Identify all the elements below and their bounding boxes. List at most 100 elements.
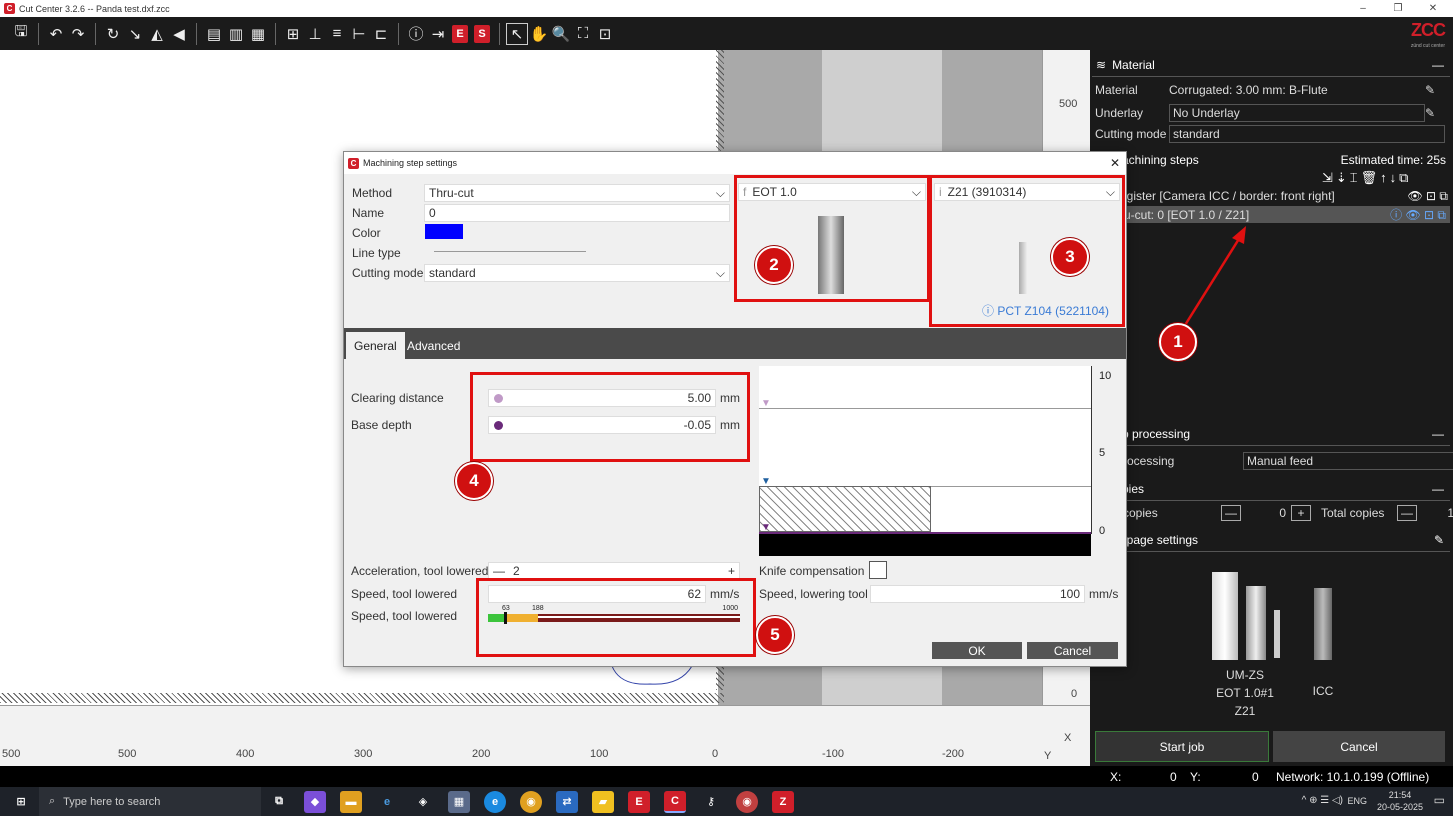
camera-label: ICC <box>1312 684 1334 698</box>
chrome-icon[interactable]: ◉ <box>520 790 542 813</box>
speed-slider[interactable]: 63 188 1000 <box>488 605 740 625</box>
select-pointer-icon[interactable]: ↖ <box>506 22 528 45</box>
edge-icon[interactable]: e <box>484 790 506 813</box>
tool-select[interactable]: f EOT 1.0 ⌵ <box>738 183 926 201</box>
underlay-select[interactable]: No Underlay <box>1169 104 1425 122</box>
save-icon[interactable]: 🖫 <box>10 23 32 45</box>
task-view-icon[interactable]: ⧉ <box>268 791 290 813</box>
collapse-icon: — <box>1432 57 1444 72</box>
mirror-icon[interactable]: ◭ <box>146 23 168 45</box>
export-icon[interactable]: ⇥ <box>427 23 449 45</box>
speed-slider-thumb[interactable] <box>504 612 507 624</box>
calculator-icon[interactable]: ▦ <box>448 790 470 813</box>
file-explorer-icon[interactable]: ▬ <box>340 790 362 813</box>
tool-illustration <box>818 216 844 294</box>
s-module-icon[interactable]: S <box>474 24 490 43</box>
clock[interactable]: 21:54 20-05-2025 <box>1377 789 1423 813</box>
ok-button[interactable]: OK <box>932 642 1022 659</box>
color-swatch[interactable] <box>425 224 463 239</box>
tab-advanced[interactable]: Advanced <box>399 332 468 359</box>
method-select[interactable]: Thru-cut ⌵ <box>424 184 730 202</box>
tray-icons[interactable]: ^ ⊕ ☰ ◁) <box>1302 795 1343 806</box>
layer-edit-icon[interactable]: ▥ <box>225 23 247 45</box>
name-input[interactable]: 0 <box>424 204 730 222</box>
teamviewer-icon[interactable]: ⇄ <box>556 790 578 813</box>
panda-shape[interactable] <box>610 664 694 688</box>
blade-alt-link[interactable]: ⓘ PCT Z104 (5221104) <box>982 302 1109 319</box>
nest-icon[interactable]: ⊞ <box>282 23 304 45</box>
zoom-page-icon[interactable]: ⊡ <box>594 23 616 45</box>
edit-icon[interactable]: ✎ <box>1425 83 1435 97</box>
step-register[interactable]: egister [Camera ICC / border: front righ… <box>1120 189 1448 204</box>
camera-image <box>1314 588 1332 660</box>
linetype-preview[interactable] <box>434 251 586 252</box>
knife-compensation-checkbox[interactable] <box>869 561 887 579</box>
copies-input[interactable]: 0 <box>1241 506 1291 520</box>
step-icon[interactable]: ⊢ <box>348 23 370 45</box>
cutting-mode-select[interactable]: standard ⌵ <box>424 264 730 282</box>
layer-delete-icon[interactable]: ▦ <box>247 23 269 45</box>
restore-button[interactable]: ❐ <box>1383 0 1413 17</box>
material-row: Material Corrugated: 3.00 mm: B-Flute ✎ <box>1095 83 1436 97</box>
processing-row: rocessing Manual feed <box>1095 452 1453 470</box>
app-icon[interactable]: ◈ <box>412 791 434 813</box>
zoom-icon[interactable]: 🔍 <box>550 23 572 45</box>
annotation-badge-1: 1 <box>1159 323 1197 361</box>
dialog-close-icon[interactable]: ✕ <box>1110 156 1120 170</box>
info-icon[interactable]: ⓘ <box>405 23 427 45</box>
step-thru-cut[interactable]: ru-cut: 0 [EOT 1.0 / Z21] ⓘ 👁 ⊡ ⧉ <box>1092 206 1450 223</box>
start-job-button[interactable]: Start job <box>1095 731 1269 762</box>
speed-label: Speed, tool lowered <box>351 587 458 601</box>
undo-icon[interactable]: ↶ <box>45 23 67 45</box>
total-minus-button[interactable]: — <box>1397 505 1417 521</box>
blade-select[interactable]: i Z21 (3910314) ⌵ <box>934 183 1120 201</box>
ruler-horizontal: X 500 500 400 300 200 100 0 -100 -200 Y <box>0 705 1090 766</box>
blade-image <box>1274 610 1280 658</box>
annotation-arrow <box>1180 226 1246 331</box>
close-button[interactable]: ✕ <box>1418 0 1448 17</box>
pan-hand-icon[interactable]: ✋ <box>528 23 550 45</box>
acceleration-stepper[interactable]: —2 + <box>488 562 740 580</box>
base-depth-input[interactable]: -0.05 <box>488 416 716 434</box>
dialog-cancel-button[interactable]: Cancel <box>1027 642 1118 659</box>
machining-steps-header: achining steps Estimated time: 25s <box>1122 153 1446 167</box>
lowering-speed-input[interactable]: 100 <box>870 585 1085 603</box>
register-icon[interactable]: ⊏ <box>370 23 392 45</box>
copies-plus-button[interactable]: + <box>1291 505 1311 521</box>
copies-minus-button[interactable]: — <box>1221 505 1241 521</box>
e-module-icon[interactable]: E <box>452 24 468 43</box>
cancel-job-button[interactable]: Cancel <box>1273 731 1445 762</box>
zoom-fit-icon[interactable]: ⛶ <box>572 23 594 45</box>
layer-icon[interactable]: ▤ <box>203 23 225 45</box>
cutting-mode-select[interactable]: standard <box>1169 125 1445 143</box>
align-center-icon[interactable]: ≡ <box>326 23 348 45</box>
rotate-icon[interactable]: ↻ <box>102 23 124 45</box>
align-bottom-icon[interactable]: ⊥ <box>304 23 326 45</box>
minimize-button[interactable]: – <box>1348 0 1378 17</box>
taskbar-search[interactable]: ⌕ Type here to search <box>39 787 261 816</box>
sticky-notes-icon[interactable]: ▰ <box>592 790 614 813</box>
copilot-icon[interactable]: ◆ <box>304 790 326 813</box>
zund-e-icon[interactable]: E <box>628 790 650 813</box>
tab-general[interactable]: General <box>346 332 405 359</box>
notification-icon[interactable]: ▭ <box>1434 793 1445 807</box>
surface-marker-icon: ▼ <box>761 476 771 487</box>
remote-icon[interactable]: ⚷ <box>700 791 722 813</box>
step-tools[interactable]: ⇲⇣⌶🗑↑↓⧉ <box>1322 170 1411 186</box>
material-header: ≋ Material — <box>1092 53 1450 77</box>
clearing-input[interactable]: 5.00 <box>488 389 716 407</box>
zund-z-icon[interactable]: Z <box>772 790 794 813</box>
ie-icon[interactable]: e <box>376 791 398 813</box>
status-bar: X: 0 Y: 0 Network: 10.1.0.199 (Offline) <box>0 766 1453 787</box>
move-icon[interactable]: ↘ <box>124 23 146 45</box>
cut-center-icon[interactable]: C <box>664 790 686 813</box>
flip-icon[interactable]: ◀ <box>168 23 190 45</box>
processing-select[interactable]: Manual feed <box>1243 452 1453 470</box>
windows-start-icon[interactable]: ⊞ <box>10 791 32 813</box>
edit-icon[interactable]: ✎ <box>1425 106 1435 120</box>
chrome-alt-icon[interactable]: ◉ <box>736 790 758 813</box>
clearing-label: Clearing distance <box>351 391 444 405</box>
total-input[interactable]: 1 <box>1417 506 1453 520</box>
speed-input[interactable]: 62 <box>488 585 706 603</box>
redo-icon[interactable]: ↷ <box>67 23 89 45</box>
